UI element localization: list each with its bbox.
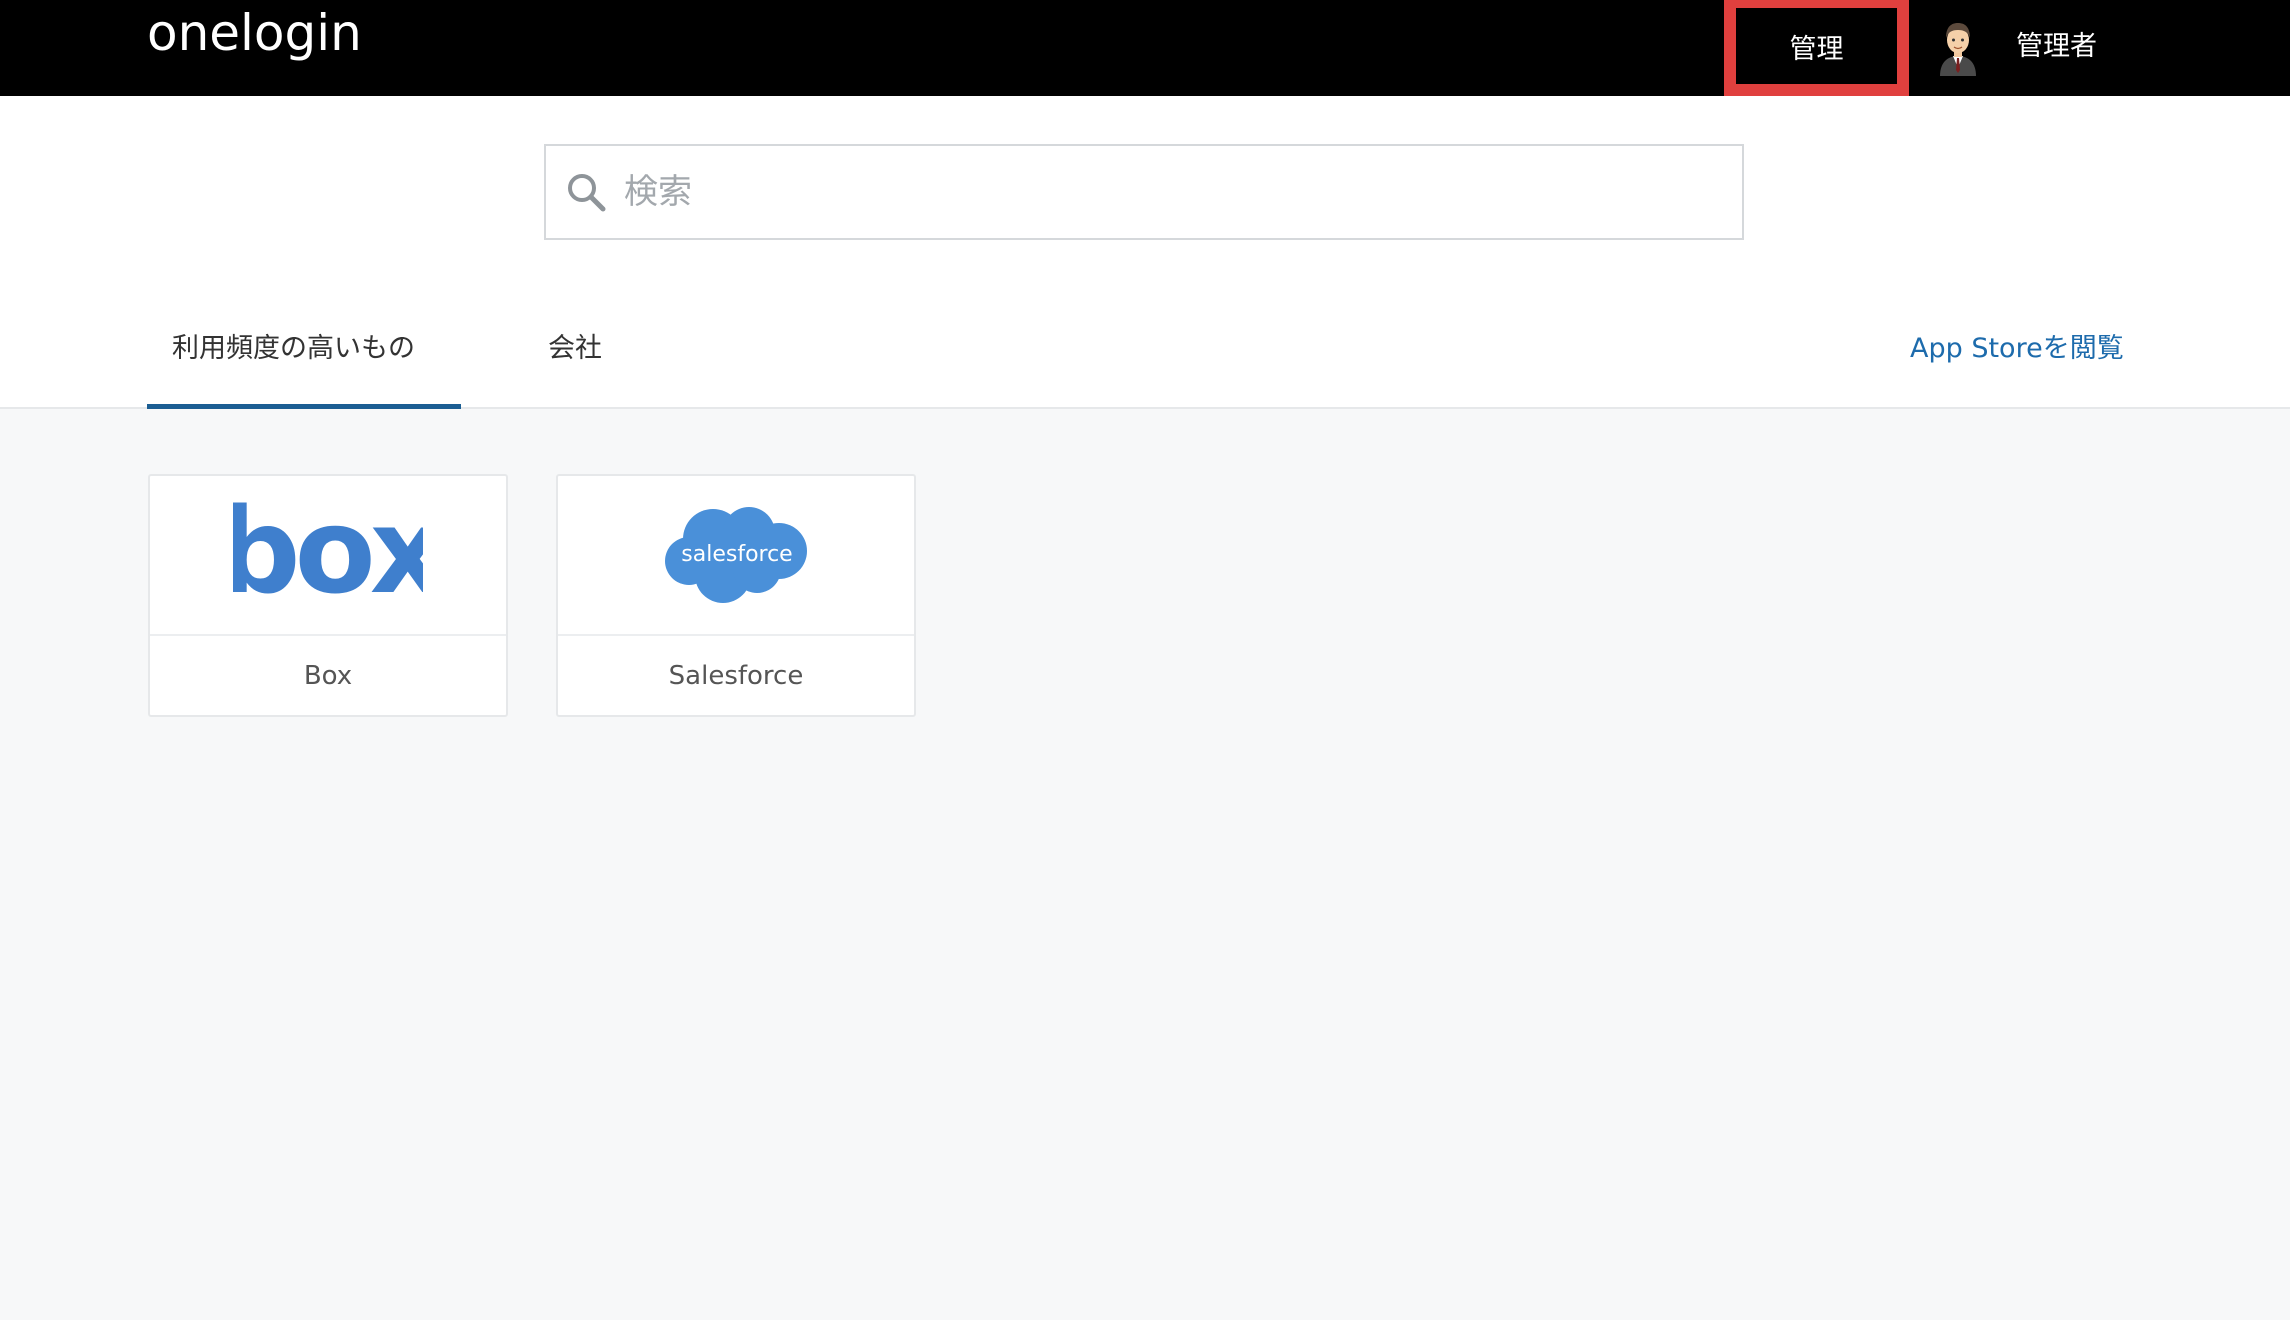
svg-text:salesforce: salesforce <box>681 542 792 567</box>
app-name-box: Box <box>303 660 353 691</box>
box-logo: box <box>233 500 423 610</box>
svg-text:box: box <box>233 500 423 610</box>
salesforce-cloud-logo: salesforce <box>665 507 807 603</box>
search-input[interactable] <box>624 160 1724 224</box>
browse-app-store-link[interactable]: App Storeを閲覧 <box>1910 326 2124 365</box>
tab-company[interactable]: 会社 <box>548 326 602 365</box>
salesforce-logo-area: salesforce <box>558 476 914 636</box>
app-name-salesforce: Salesforce <box>668 660 804 691</box>
search-icon <box>568 174 606 212</box>
top-navigation-bar: onelogin 管理 管理者 <box>0 0 2290 96</box>
user-name-menu[interactable]: 管理者 <box>2016 24 2097 63</box>
admin-button[interactable]: 管理 <box>1724 0 1909 96</box>
app-tile-salesforce[interactable]: salesforce Salesforce <box>556 474 916 717</box>
user-avatar-icon[interactable] <box>1934 16 1982 76</box>
search-box[interactable] <box>544 144 1744 240</box>
box-logo-area: box <box>150 476 506 636</box>
onelogin-logo[interactable]: onelogin <box>147 4 362 62</box>
tab-frequently-used[interactable]: 利用頻度の高いもの <box>172 326 415 365</box>
app-tile-box[interactable]: box Box <box>148 474 508 717</box>
active-tab-indicator <box>147 404 461 409</box>
